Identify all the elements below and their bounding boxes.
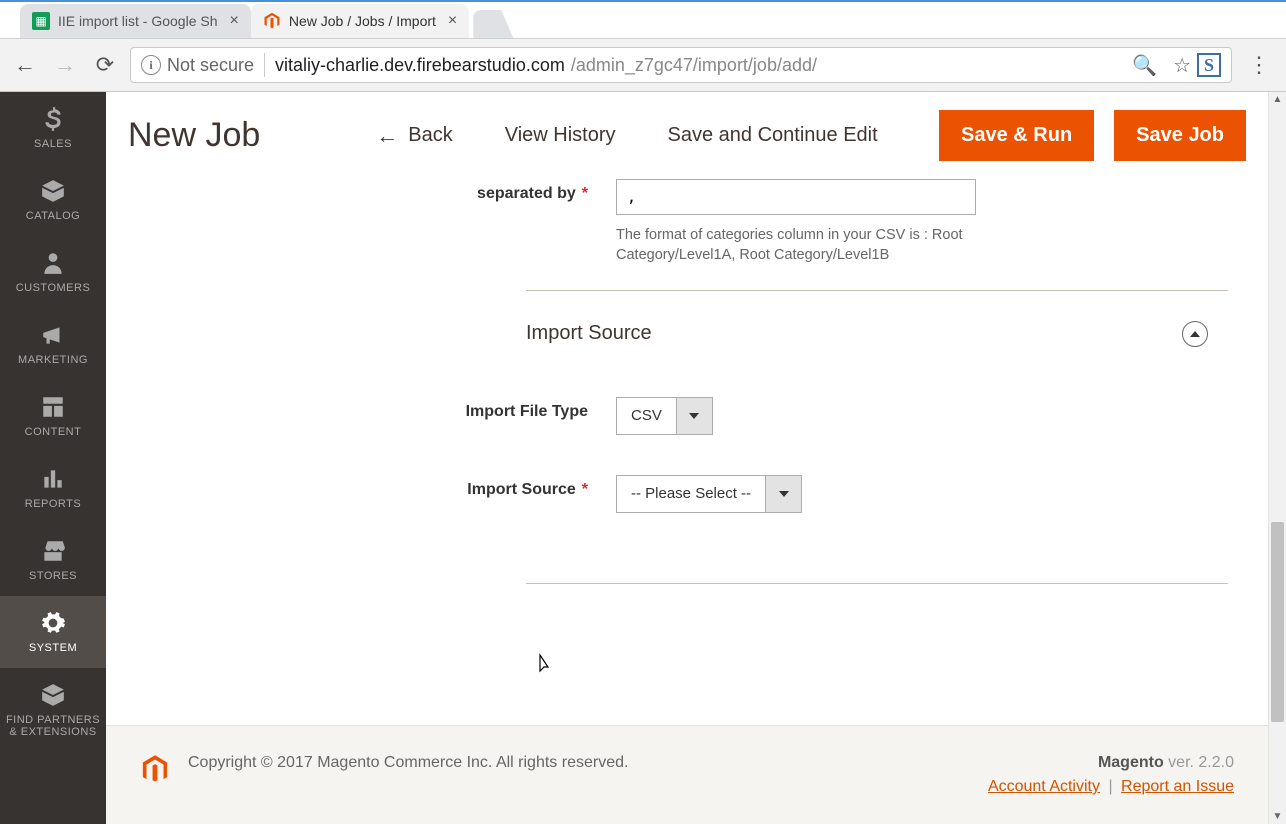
- field-import-source: Import Source* -- Please Select --: [406, 475, 1228, 513]
- tabstrip: ▦ IIE import list - Google Sh × New Job …: [0, 2, 1286, 38]
- sidebar-item-system[interactable]: SYSTEM: [0, 596, 106, 668]
- dollar-icon: [40, 106, 66, 132]
- magento-icon: [263, 12, 281, 30]
- view-history-link[interactable]: View History: [489, 116, 632, 155]
- tab-label: IIE import list - Google Sh: [58, 13, 218, 29]
- sidebar-item-marketing[interactable]: MARKETING: [0, 308, 106, 380]
- puzzle-icon: [40, 682, 66, 708]
- magento-icon: [140, 754, 170, 788]
- sidebar-item-label: CONTENT: [25, 426, 82, 438]
- sidebar-item-customers[interactable]: CUSTOMERS: [0, 236, 106, 308]
- version-label: ver. 2.2.0: [1168, 754, 1234, 771]
- sidebar-item-label: REPORTS: [25, 498, 81, 510]
- divider: [264, 53, 265, 77]
- report-issue-link[interactable]: Report an Issue: [1121, 778, 1234, 795]
- security-label: Not secure: [167, 55, 254, 76]
- back-button[interactable]: ←: [10, 52, 40, 78]
- megaphone-icon: [40, 322, 66, 348]
- scroll-up-icon[interactable]: ▲: [1269, 94, 1286, 105]
- close-icon[interactable]: ×: [448, 12, 457, 30]
- tab-google-sheets[interactable]: ▦ IIE import list - Google Sh ×: [20, 4, 251, 38]
- footer: Copyright © 2017 Magento Commerce Inc. A…: [106, 725, 1268, 824]
- tab-magento[interactable]: New Job / Jobs / Import ×: [251, 4, 469, 38]
- chevron-down-icon: [765, 476, 801, 512]
- sidebar-item-label: STORES: [29, 570, 77, 582]
- save-run-button[interactable]: Save & Run: [939, 110, 1094, 161]
- sidebar-item-label: FIND PARTNERS & EXTENSIONS: [4, 714, 102, 738]
- account-activity-link[interactable]: Account Activity: [988, 778, 1100, 795]
- field-label: separated by*: [406, 179, 616, 203]
- url-path: /admin_z7gc47/import/job/add/: [571, 55, 817, 76]
- info-icon[interactable]: i: [141, 55, 161, 75]
- field-label: Import Source*: [406, 475, 616, 499]
- save-job-button[interactable]: Save Job: [1114, 110, 1246, 161]
- sidebar-item-content[interactable]: CONTENT: [0, 380, 106, 452]
- sidebar-item-sales[interactable]: SALES: [0, 92, 106, 164]
- save-continue-link[interactable]: Save and Continue Edit: [652, 116, 894, 155]
- sidebar-item-label: CUSTOMERS: [16, 282, 91, 294]
- chart-icon: [40, 466, 66, 492]
- forward-button: →: [50, 52, 80, 78]
- sidebar-item-partners[interactable]: FIND PARTNERS & EXTENSIONS: [0, 668, 106, 752]
- file-type-select[interactable]: CSV: [616, 397, 713, 435]
- new-tab-button[interactable]: [473, 10, 513, 38]
- layout-icon: [40, 394, 66, 420]
- tab-label: New Job / Jobs / Import: [289, 13, 436, 29]
- sidebar-item-catalog[interactable]: CATALOG: [0, 164, 106, 236]
- view-history-label: View History: [505, 124, 616, 147]
- back-link[interactable]: ← Back: [360, 115, 468, 157]
- page-title: New Job: [128, 116, 260, 155]
- field-file-type: Import File Type CSV: [406, 397, 1228, 435]
- brand-label: Magento: [1098, 754, 1164, 771]
- extension-icon[interactable]: S: [1197, 53, 1221, 77]
- help-text: The format of categories column in your …: [616, 225, 976, 266]
- sidebar-item-stores[interactable]: STORES: [0, 524, 106, 596]
- close-icon[interactable]: ×: [230, 12, 239, 30]
- person-icon: [40, 250, 66, 276]
- page-header: New Job ← Back View History Save and Con…: [106, 92, 1268, 179]
- sheets-icon: ▦: [32, 12, 50, 30]
- separated-by-input[interactable]: [616, 179, 976, 215]
- url-domain: vitaliy-charlie.dev.firebearstudio.com: [275, 55, 565, 76]
- box-icon: [40, 178, 66, 204]
- save-continue-label: Save and Continue Edit: [668, 124, 878, 147]
- copyright-text: Copyright © 2017 Magento Commerce Inc. A…: [188, 754, 970, 772]
- sidebar-item-label: SALES: [34, 138, 72, 150]
- url-bar-row: ← → ⟳ i Not secure vitaliy-charlie.dev.f…: [0, 38, 1286, 92]
- scrollbar-thumb[interactable]: [1271, 522, 1284, 722]
- back-label: Back: [408, 124, 452, 147]
- sidebar-item-reports[interactable]: REPORTS: [0, 452, 106, 524]
- star-icon[interactable]: ☆: [1173, 53, 1191, 78]
- import-source-select[interactable]: -- Please Select --: [616, 475, 802, 513]
- divider: [526, 583, 1228, 584]
- gear-icon: [40, 610, 66, 636]
- select-value: CSV: [617, 398, 676, 434]
- url-bar[interactable]: i Not secure vitaliy-charlie.dev.firebea…: [130, 47, 1232, 83]
- content-area: New Job ← Back View History Save and Con…: [106, 92, 1268, 824]
- section-title: Import Source: [526, 322, 652, 345]
- sidebar-item-label: SYSTEM: [29, 642, 77, 654]
- divider: [526, 290, 1228, 291]
- reload-button[interactable]: ⟳: [90, 52, 120, 78]
- sidebar: SALES CATALOG CUSTOMERS MARKETING CONTEN…: [0, 92, 106, 824]
- zoom-icon[interactable]: 🔍: [1132, 53, 1157, 78]
- scroll-down-icon[interactable]: ▼: [1269, 811, 1286, 822]
- arrow-left-icon: ←: [376, 123, 398, 149]
- select-value: -- Please Select --: [617, 476, 765, 512]
- field-separated-by: separated by* The format of categories c…: [406, 179, 1228, 266]
- field-label: Import File Type: [406, 397, 616, 421]
- collapse-toggle[interactable]: [1182, 321, 1208, 347]
- sidebar-item-label: CATALOG: [26, 210, 80, 222]
- menu-button[interactable]: ⋮: [1242, 52, 1276, 78]
- vertical-scrollbar[interactable]: ▲ ▼: [1268, 92, 1286, 824]
- chevron-down-icon: [676, 398, 712, 434]
- store-icon: [40, 538, 66, 564]
- sidebar-item-label: MARKETING: [18, 354, 88, 366]
